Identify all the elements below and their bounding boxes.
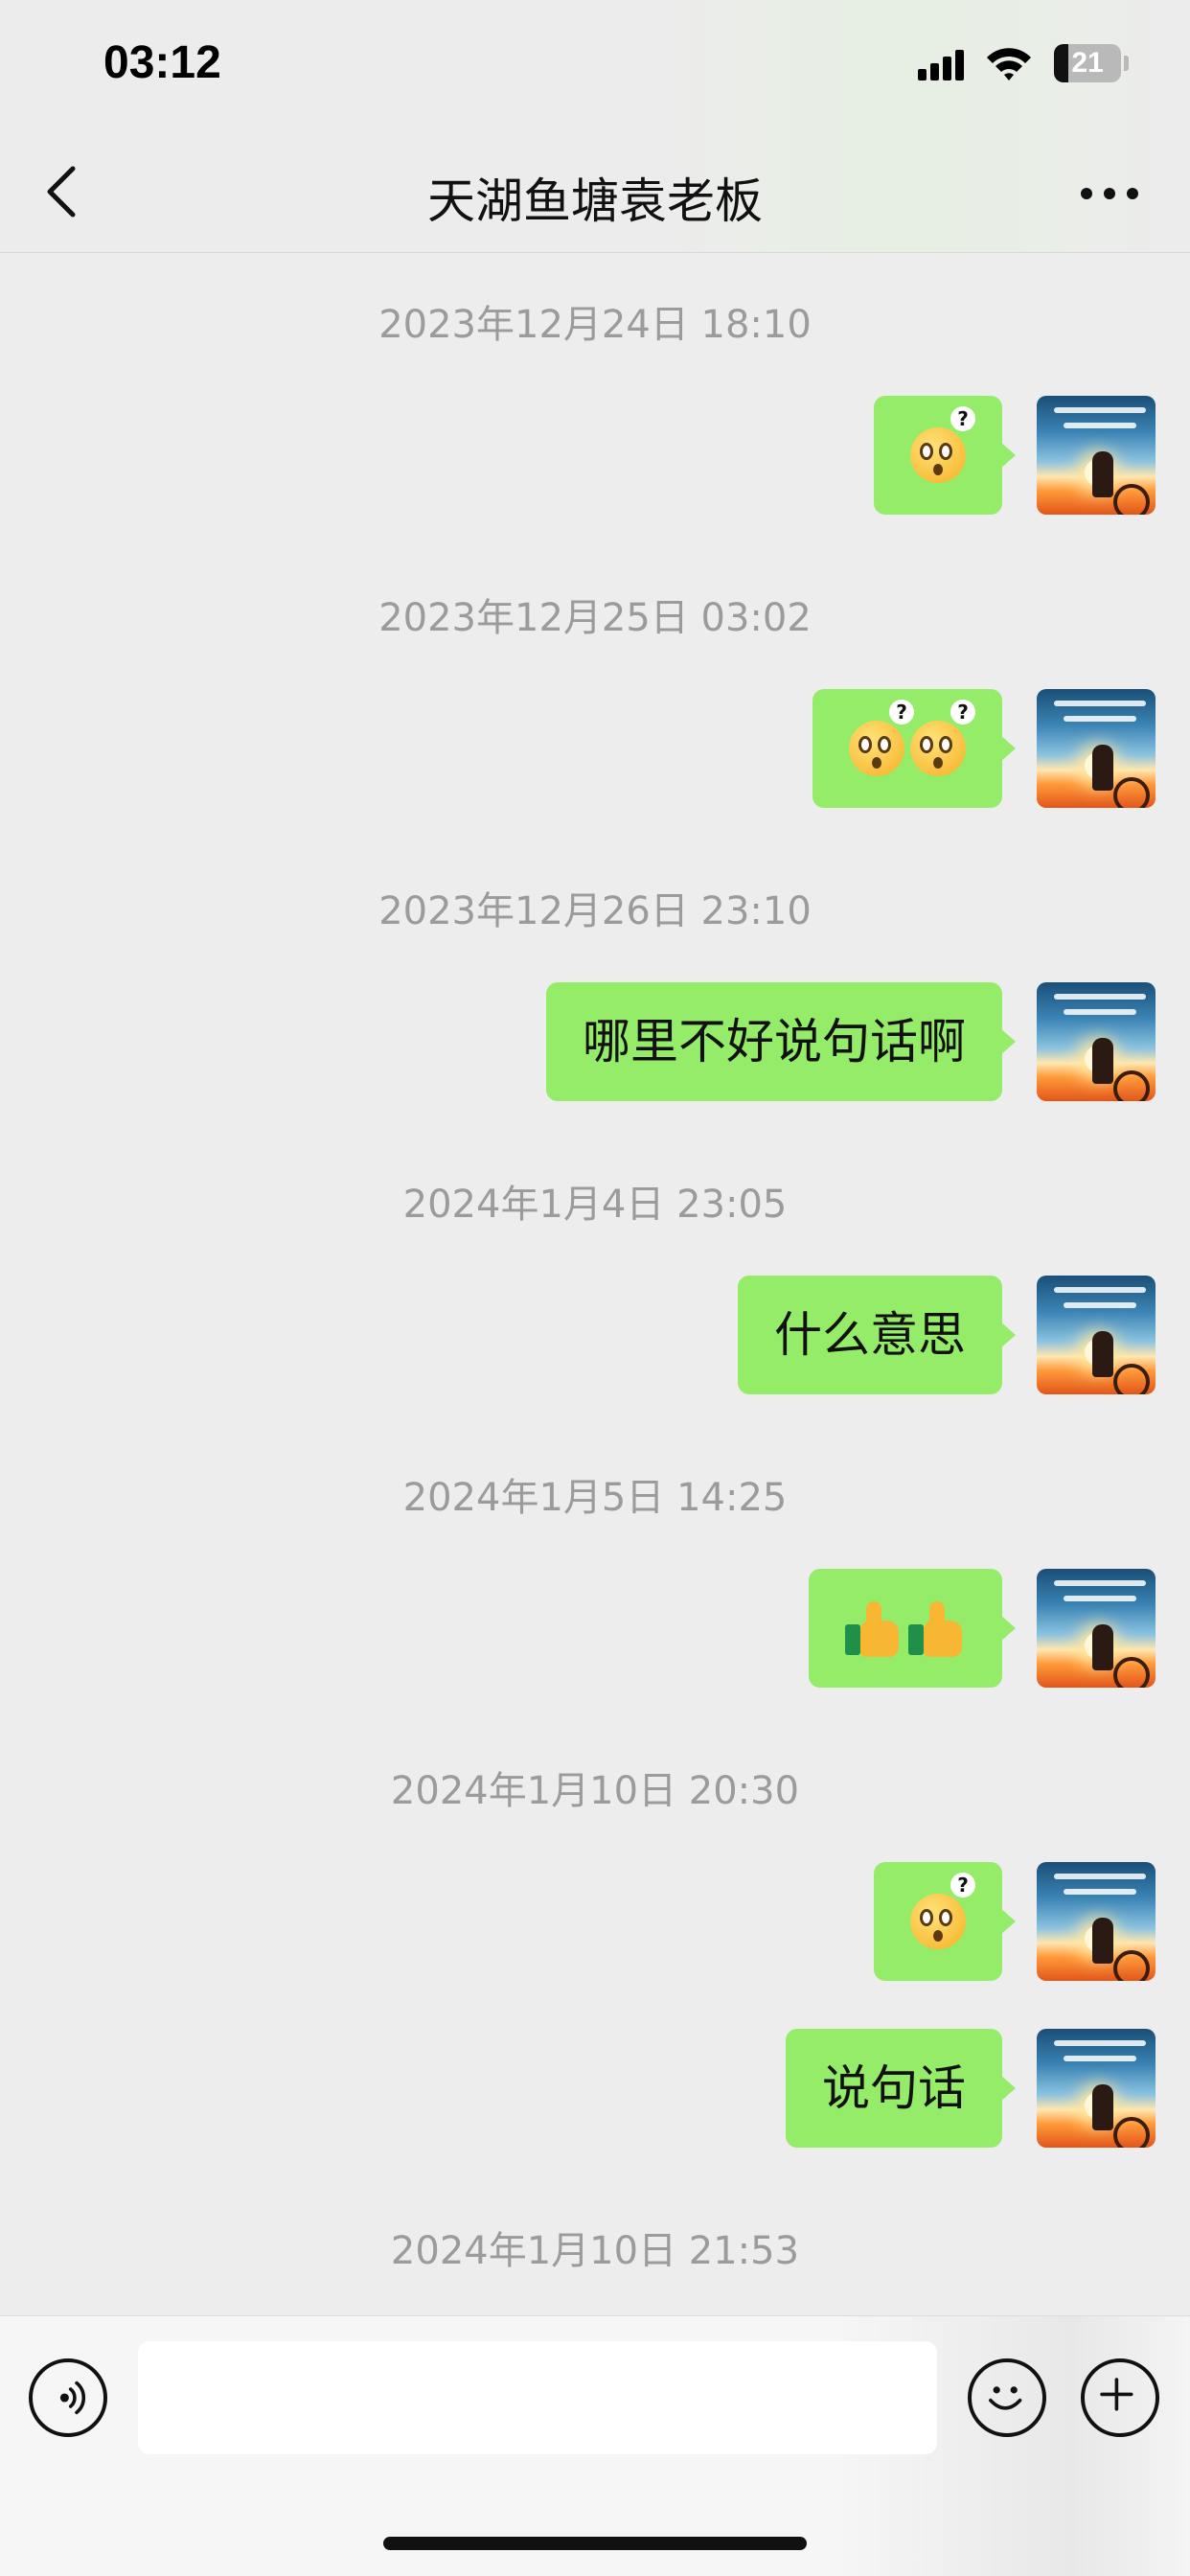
avatar[interactable] [1037, 982, 1156, 1101]
message-input[interactable] [138, 2341, 937, 2454]
message-bubble[interactable] [809, 1569, 1016, 1688]
message-bubble[interactable]: ? [874, 396, 1016, 515]
message-text: 说句话 [822, 2060, 966, 2116]
thinking-question-emoji: ? [910, 700, 975, 776]
plus-icon[interactable] [1081, 2358, 1159, 2437]
avatar[interactable] [1037, 1276, 1156, 1394]
battery-tip [1124, 56, 1129, 71]
avatar[interactable] [1037, 689, 1156, 808]
voice-icon[interactable] [29, 2358, 107, 2437]
message-bubble[interactable]: 说句话 [786, 2029, 1016, 2148]
message-timestamp: 2023年12月25日 03:02 [378, 596, 812, 640]
battery-level: 21 [1071, 47, 1104, 79]
message-timestamp: 2024年1月4日 23:05 [402, 1183, 788, 1227]
battery-icon: 21 [1054, 44, 1121, 82]
message-timestamp: 2023年12月24日 18:10 [378, 303, 812, 347]
message-timestamp: 2023年12月26日 23:10 [378, 889, 812, 933]
home-indicator [383, 2537, 807, 2550]
message-bubble[interactable]: 什么意思 [738, 1276, 1016, 1394]
wifi-icon [987, 48, 1031, 80]
message-bubble[interactable]: 哪里不好说句话啊 [546, 982, 1016, 1101]
avatar[interactable] [1037, 1569, 1156, 1688]
thinking-question-emoji: ? [910, 406, 975, 483]
thumbs-up-emoji [908, 1599, 966, 1657]
message-timestamp: 2024年1月10日 21:53 [390, 2229, 800, 2273]
message-text: 哪里不好说句话啊 [583, 1014, 966, 1070]
thinking-question-emoji: ? [849, 700, 914, 776]
more-dots-icon[interactable] [1071, 174, 1148, 213]
thumbs-up-emoji [845, 1599, 903, 1657]
message-bubble[interactable]: ? ? [812, 689, 1016, 808]
status-bar: 03:12 21 [0, 0, 1190, 134]
avatar[interactable] [1037, 2029, 1156, 2148]
chat-title: 天湖鱼塘袁老板 [427, 173, 763, 229]
nav-bar: 天湖鱼塘袁老板 [0, 134, 1190, 253]
message-text: 什么意思 [774, 1307, 966, 1363]
message-bubble[interactable]: ? [874, 1862, 1016, 1981]
message-timestamp: 2024年1月5日 14:25 [402, 1476, 788, 1520]
message-timestamp: 2024年1月10日 20:30 [390, 1769, 800, 1813]
smiley-icon[interactable] [968, 2358, 1046, 2437]
status-time: 03:12 [103, 37, 221, 88]
avatar[interactable] [1037, 396, 1156, 515]
signal-icon [918, 50, 966, 80]
avatar[interactable] [1037, 1862, 1156, 1981]
thinking-question-emoji: ? [910, 1873, 975, 1949]
